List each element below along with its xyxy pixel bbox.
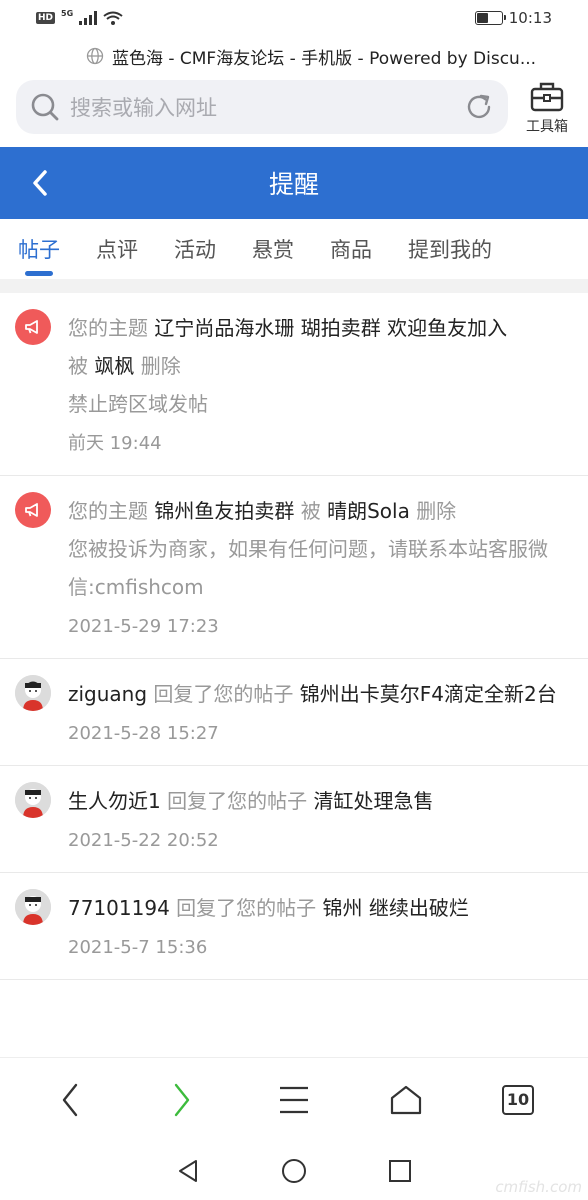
home-button[interactable] [376,1070,436,1130]
tab-count: 10 [502,1084,534,1115]
thread-link[interactable]: 锦州 继续出破烂 [323,896,469,920]
tab-rewards[interactable]: 悬赏 [252,219,294,279]
action-label: 删除 [416,499,457,523]
status-left: HD 5G [36,8,123,25]
chevron-right-icon [174,1083,190,1116]
notification-text-2: 被 飒枫 删除 [68,347,568,385]
thread-link[interactable]: 锦州鱼友拍卖群 [154,499,294,523]
notice-prefix: 您的主题 [68,316,148,340]
timestamp: 2021-5-7 15:36 [68,937,208,958]
action-label: 回复了您的帖子 [153,682,294,706]
search-icon [31,93,59,121]
battery-icon [474,11,506,25]
wifi-icon [103,11,123,25]
list-item[interactable]: 生人勿近1 回复了您的帖子 清缸处理急售 2021-5-22 20:52 [0,766,588,873]
notification-text: 生人勿近1 回复了您的帖子 清缸处理急售 [68,782,568,820]
browser-forward-button[interactable] [152,1070,212,1130]
avatar-icon[interactable] [15,675,51,711]
timestamp: 2021-5-22 20:52 [68,830,219,851]
tab-mentions[interactable]: 提到我的 [408,219,492,279]
status-bar: HD 5G 10:13 [0,0,588,36]
actor-link[interactable]: 飒枫 [94,354,134,378]
list-item[interactable]: ziguang 回复了您的帖子 锦州出卡莫尔F4滴定全新2台 2021-5-28… [0,659,588,766]
home-icon [390,1085,422,1114]
browser-page-title: 蓝色海 - CMF海友论坛 - 手机版 - Powered by Discu..… [0,42,588,70]
toolbox-button[interactable]: 工具箱 [518,80,576,138]
avatar-icon[interactable] [15,889,51,925]
system-back-icon[interactable] [177,1159,199,1183]
system-home-icon[interactable] [281,1158,307,1184]
address-placeholder: 搜索或输入网址 [70,96,217,120]
menu-button[interactable] [264,1070,324,1130]
user-link[interactable]: 生人勿近1 [68,789,161,813]
avatar-icon[interactable] [15,782,51,818]
signal-icon [79,11,98,25]
list-item[interactable]: 您的主题 锦州鱼友拍卖群 被 晴朗Sola 删除 您被投诉为商家，如果有任何问题… [0,476,588,659]
thread-link[interactable]: 锦州出卡莫尔F4滴定全新2台 [300,682,557,706]
user-link[interactable]: ziguang [68,682,147,706]
battery-fill [476,13,488,23]
address-bar-row: 搜索或输入网址 工具箱 [0,78,588,140]
tabs-button[interactable]: 10 [488,1070,548,1130]
toolbox-label: 工具箱 [526,119,568,135]
thread-link[interactable]: 辽宁尚品海水珊 瑚拍卖群 欢迎鱼友加入 [154,316,507,340]
notice-reason: 您被投诉为商家，如果有任何问题，请联系本站客服微信:cmfishcom [68,537,548,599]
notification-text: 77101194 回复了您的帖子 锦州 继续出破烂 [68,889,568,927]
chevron-left-icon [33,170,47,196]
globe-icon [86,47,104,65]
list-item[interactable]: 77101194 回复了您的帖子 锦州 继续出破烂 2021-5-7 15:36 [0,873,588,980]
refresh-icon[interactable] [464,92,494,122]
divider-strip [0,279,588,293]
notice-reason: 禁止跨区域发帖 [68,392,208,416]
notice-prefix: 您的主题 [68,499,148,523]
thread-link[interactable]: 清缸处理急售 [313,789,433,813]
action-label: 回复了您的帖子 [176,896,317,920]
address-bar[interactable]: 搜索或输入网址 [16,80,508,134]
page-title-text: 蓝色海 - CMF海友论坛 - 手机版 - Powered by Discu..… [111,48,537,69]
system-recents-icon[interactable] [389,1159,411,1182]
browser-toolbar: 10 [0,1057,588,1141]
status-right: 10:13 [474,9,552,27]
tab-goods[interactable]: 商品 [330,219,372,279]
list-item[interactable]: 您的主题 辽宁尚品海水珊 瑚拍卖群 欢迎鱼友加入 被 飒枫 删除 禁止跨区域发帖… [0,293,588,476]
action-label: 删除 [140,354,181,378]
tab-comments[interactable]: 点评 [96,219,138,279]
tab-activities[interactable]: 活动 [174,219,216,279]
browser-back-button[interactable] [40,1070,100,1130]
notification-text: 您的主题 锦州鱼友拍卖群 被 晴朗Sola 删除 [68,492,568,530]
category-tabs: 帖子 点评 活动 悬赏 商品 提到我的 [0,219,588,279]
back-button[interactable] [22,165,58,201]
by-label: 被 [68,354,88,378]
clock: 10:13 [508,9,552,27]
notification-text: ziguang 回复了您的帖子 锦州出卡莫尔F4滴定全新2台 [68,675,568,713]
toolbox-icon [530,82,564,112]
app-header: 提醒 [0,147,588,219]
timestamp: 2021-5-29 17:23 [68,616,219,637]
watermark: cmfish.com [495,1178,582,1196]
chevron-left-icon [62,1083,78,1116]
megaphone-icon [15,309,51,345]
hd-badge: HD [36,12,56,24]
tab-posts[interactable]: 帖子 [18,219,60,279]
megaphone-icon [15,492,51,528]
network-type: 5G [61,8,74,18]
user-link[interactable]: 77101194 [68,896,170,920]
actor-link[interactable]: 晴朗Sola [327,499,410,523]
notification-text: 您的主题 辽宁尚品海水珊 瑚拍卖群 欢迎鱼友加入 [68,309,568,347]
action-label: 回复了您的帖子 [167,789,308,813]
menu-icon [280,1086,308,1113]
timestamp: 2021-5-28 15:27 [68,723,219,744]
timestamp: 前天 19:44 [68,433,162,454]
by-label: 被 [300,499,321,523]
page-title: 提醒 [268,170,319,199]
notification-list: 您的主题 辽宁尚品海水珊 瑚拍卖群 欢迎鱼友加入 被 飒枫 删除 禁止跨区域发帖… [0,293,588,980]
